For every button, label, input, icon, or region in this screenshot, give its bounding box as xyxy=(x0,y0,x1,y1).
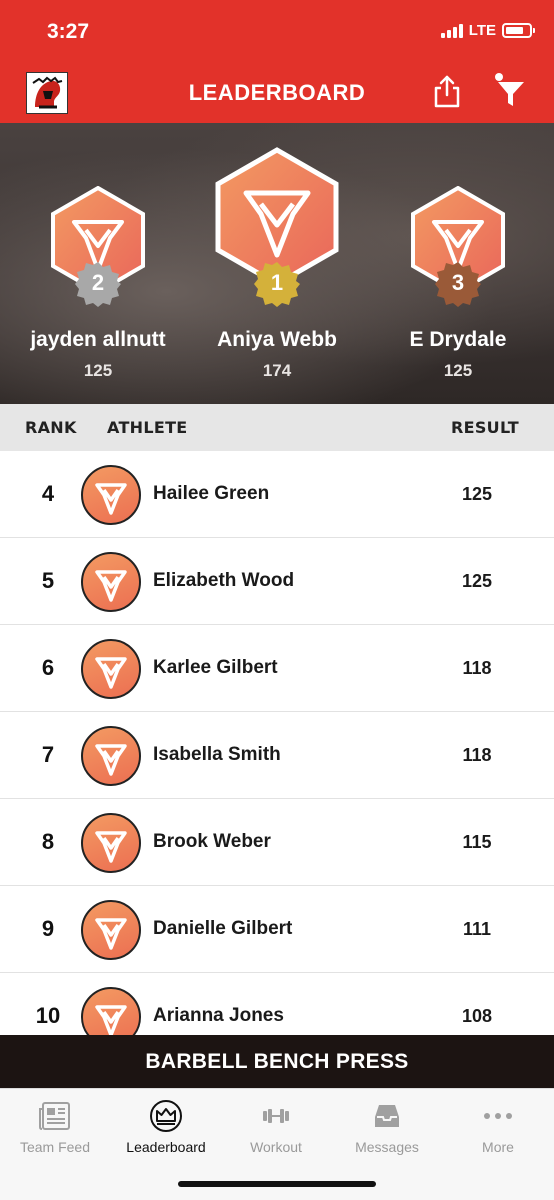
leaderboard-row[interactable]: 7 Isabella Smith 118 xyxy=(0,712,554,799)
home-indicator xyxy=(178,1181,376,1187)
leaderboard-row[interactable]: 8 Brook Weber 115 xyxy=(0,799,554,886)
inbox-icon xyxy=(375,1105,399,1127)
row-athlete-name: Brook Weber xyxy=(153,831,271,852)
athlete-logo-icon xyxy=(95,657,127,689)
row-rank: 6 xyxy=(41,655,55,680)
network-type: LTE xyxy=(468,22,496,39)
podium: 2 jayden allnutt 125 1 Aniya Webb 174 3 … xyxy=(0,123,554,404)
row-athlete-name: Arianna Jones xyxy=(153,1005,284,1026)
athlete-avatar[interactable] xyxy=(81,813,141,873)
column-athlete: ATHLETE xyxy=(107,418,188,437)
podium-place-number: 2 xyxy=(91,270,105,295)
athlete-avatar[interactable] xyxy=(81,552,141,612)
podium-athlete-score: 125 xyxy=(443,361,473,380)
tab-label: More xyxy=(482,1139,514,1155)
athlete-logo-icon xyxy=(95,831,127,863)
tab-label: Workout xyxy=(250,1139,302,1155)
row-athlete-name: Karlee Gilbert xyxy=(153,657,278,678)
podium-athlete-name: E Drydale xyxy=(409,328,507,351)
column-rank: RANK xyxy=(25,418,77,437)
crown-icon xyxy=(150,1100,182,1132)
row-athlete-name: Hailee Green xyxy=(153,483,270,504)
battery-icon xyxy=(502,23,535,38)
share-icon[interactable] xyxy=(432,74,462,108)
tab-more[interactable]: More xyxy=(443,1099,553,1155)
athlete-avatar[interactable] xyxy=(81,726,141,786)
athlete-avatar[interactable] xyxy=(81,900,141,960)
tab-leaderboard[interactable]: Leaderboard xyxy=(111,1099,221,1155)
tab-messages[interactable]: Messages xyxy=(332,1099,442,1155)
athlete-logo-icon xyxy=(95,918,127,950)
newspaper-icon xyxy=(39,1102,70,1130)
leaderboard-row[interactable]: 10 Arianna Jones 108 xyxy=(0,973,554,1035)
row-result: 108 xyxy=(461,1006,493,1026)
row-rank: 10 xyxy=(35,1003,61,1028)
leaderboard-column-header: RANK ATHLETE RESULT xyxy=(0,404,554,451)
filter-icon[interactable] xyxy=(494,72,526,108)
status-time: 3:27 xyxy=(47,20,90,43)
page-title: LEADERBOARD xyxy=(188,80,366,105)
athlete-avatar[interactable] xyxy=(81,639,141,699)
athlete-avatar[interactable] xyxy=(81,987,141,1035)
row-rank: 7 xyxy=(41,742,55,767)
column-result: RESULT xyxy=(451,418,520,437)
athlete-logo-icon xyxy=(95,570,127,602)
tab-team-feed[interactable]: Team Feed xyxy=(0,1099,110,1155)
podium-place-number: 3 xyxy=(451,270,465,295)
row-result: 111 xyxy=(462,919,492,939)
podium-third-place[interactable]: 3 E Drydale 125 xyxy=(410,123,506,383)
podium-second-place[interactable]: 2 jayden allnutt 125 xyxy=(30,123,166,383)
row-rank: 9 xyxy=(41,916,55,941)
athlete-logo-icon xyxy=(95,1005,127,1035)
podium-first-place[interactable]: 1 Aniya Webb 174 xyxy=(214,123,340,383)
cellular-signal-icon xyxy=(440,23,463,38)
row-result: 118 xyxy=(462,658,492,678)
podium-athlete-score: 125 xyxy=(83,361,113,380)
leaderboard-list[interactable]: 4 Hailee Green 125 5 Elizabeth Wood 125 6 Karle… xyxy=(0,451,554,1035)
tab-workout[interactable]: Workout xyxy=(221,1099,331,1155)
row-rank: 8 xyxy=(41,829,55,854)
tab-label: Messages xyxy=(355,1139,419,1155)
row-result: 118 xyxy=(462,745,492,765)
leaderboard-row[interactable]: 9 Danielle Gilbert 111 xyxy=(0,886,554,973)
row-athlete-name: Danielle Gilbert xyxy=(153,918,293,939)
dumbbell-icon xyxy=(263,1109,289,1123)
tab-label: Leaderboard xyxy=(126,1139,206,1155)
row-athlete-name: Elizabeth Wood xyxy=(153,570,295,591)
athlete-logo-icon xyxy=(95,483,127,515)
podium-place-number: 1 xyxy=(270,270,284,295)
more-dots-icon xyxy=(484,1113,512,1119)
athlete-avatar[interactable] xyxy=(81,465,141,525)
leaderboard-row[interactable]: 4 Hailee Green 125 xyxy=(0,451,554,538)
row-result: 115 xyxy=(462,832,492,852)
leaderboard-row[interactable]: 6 Karlee Gilbert 118 xyxy=(0,625,554,712)
exercise-selector[interactable]: BARBELL BENCH PRESS xyxy=(0,1035,554,1088)
row-result: 125 xyxy=(461,571,493,591)
podium-athlete-score: 174 xyxy=(262,361,292,380)
app-header: 3:27 LTE LEADERBOARD xyxy=(0,0,554,123)
row-rank: 4 xyxy=(41,481,55,506)
row-athlete-name: Isabella Smith xyxy=(153,744,281,765)
athlete-logo-icon xyxy=(95,744,127,776)
leaderboard-row[interactable]: 5 Elizabeth Wood 125 xyxy=(0,538,554,625)
status-indicators: LTE xyxy=(440,22,535,39)
row-rank: 5 xyxy=(41,568,55,593)
tab-label: Team Feed xyxy=(19,1139,91,1155)
row-result: 125 xyxy=(461,484,493,504)
